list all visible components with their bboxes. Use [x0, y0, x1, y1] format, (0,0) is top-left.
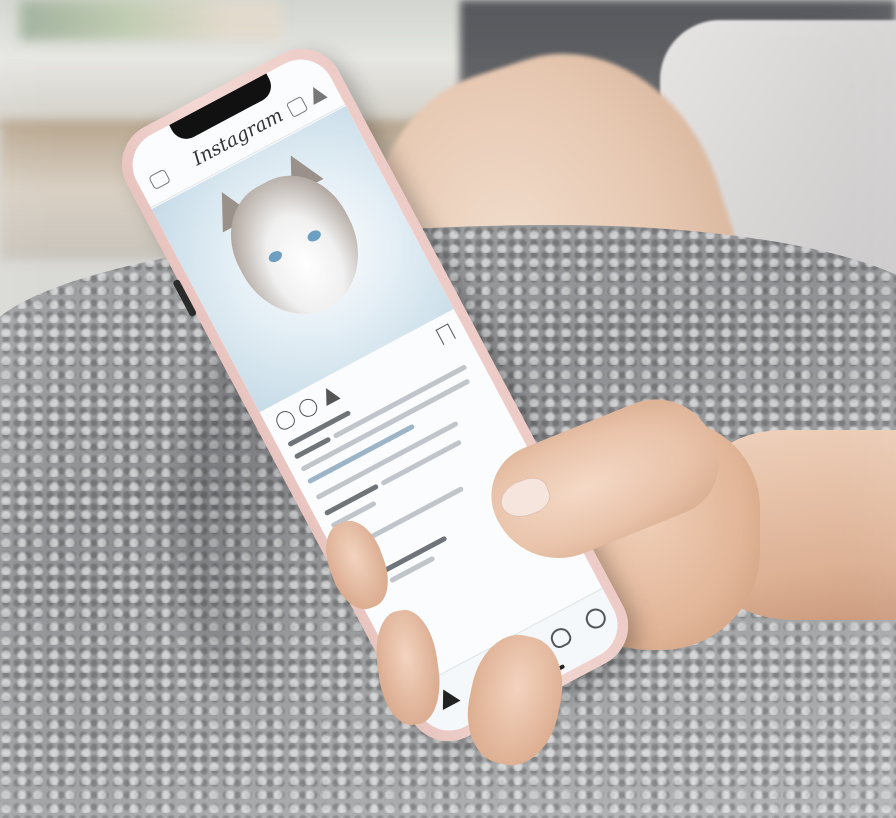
- camera-icon: [148, 168, 172, 191]
- add-comment-line: [364, 485, 465, 542]
- direct-message-icon: [306, 83, 328, 105]
- background-plant: [20, 0, 280, 40]
- comment-icon: [296, 395, 321, 421]
- next-post-location-line: [389, 555, 436, 584]
- igtv-icon: [285, 95, 309, 118]
- share-icon: [319, 384, 341, 407]
- profile-icon: [582, 604, 610, 633]
- activity-heart-icon: [547, 624, 574, 651]
- heart-icon: [273, 407, 298, 433]
- ragdoll-cat: [209, 155, 382, 336]
- comment-line: [380, 439, 463, 487]
- bookmark-icon: [435, 323, 456, 345]
- photo-scene: Instagram: [0, 0, 896, 818]
